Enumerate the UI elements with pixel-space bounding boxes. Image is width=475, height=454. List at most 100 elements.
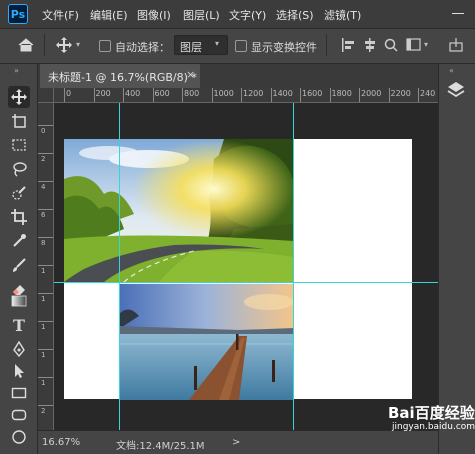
ruler-tick [38,265,53,266]
vertical-guide[interactable] [293,103,294,430]
share-icon[interactable] [449,38,463,52]
document-size: 文档:12.4M/25.1M [116,441,205,452]
type-tool[interactable]: T [8,314,30,336]
layers-panel-icon[interactable] [446,80,466,100]
status-menu-arrow[interactable]: > [232,437,240,448]
ruler-tick [241,88,242,102]
menu-type[interactable]: 文字(Y) [229,7,266,23]
ruler-tick [93,88,95,102]
horizontal-guide[interactable] [54,282,438,283]
ruler-tick [300,88,301,102]
marquee-tool[interactable] [8,134,30,156]
ruler-tick [211,88,213,102]
artboard-icon [12,114,26,128]
ellipse-tool[interactable] [8,426,30,448]
rounded-rect-tool[interactable] [8,404,30,426]
horizontal-ruler[interactable]: 0 200 400 600 800 1000 1200 1400 1600 1800 2000 220… [54,88,438,103]
workspace-icon[interactable] [406,38,422,52]
gradient-icon [11,295,27,307]
pier-photo[interactable] [119,284,294,400]
show-transform-label: 显示变换控件 [251,41,317,54]
expand-panels-icon[interactable]: « [449,66,454,75]
lasso-tool[interactable] [8,158,30,180]
move-tool[interactable] [8,86,30,108]
brush-tool[interactable] [8,254,30,276]
align-left-icon[interactable] [341,38,355,52]
ruler-tick [152,88,154,102]
chevron-down-icon[interactable]: ▾ [424,40,428,49]
ruler-tick [38,209,53,210]
vertical-guide[interactable] [119,103,120,430]
chevron-down-icon[interactable]: ▾ [76,40,80,49]
menu-filter[interactable]: 滤镜(T) [324,7,361,23]
marquee-icon [12,139,26,151]
minimize-button[interactable] [452,13,464,14]
ruler-tick [38,293,53,294]
ruler-tick [329,88,331,102]
baidu-watermark-logo: Bai百度经验 [388,404,475,422]
auto-select-checkbox[interactable] [99,40,111,52]
road-photo[interactable] [64,139,294,282]
ruler-label: 2 [41,407,46,415]
show-transform-checkbox[interactable] [235,40,247,52]
ruler-tick [182,88,183,102]
panel-dock [438,64,475,454]
close-icon[interactable]: × [186,68,195,81]
ruler-tick [38,153,53,154]
crop-icon [11,209,27,225]
pen-icon [13,341,25,357]
ruler-label: 1800 [331,89,352,98]
ruler-corner [38,88,54,103]
eyedropper-tool[interactable] [8,230,30,252]
ruler-label: 1600 [302,89,323,98]
ruler-label: 1400 [272,89,293,98]
brush-icon [13,258,26,272]
rectangle-icon [11,387,27,399]
path-select-icon [15,364,24,378]
menu-edit[interactable]: 编辑(E) [90,7,128,23]
menu-layer[interactable]: 图层(L) [183,7,220,23]
search-icon[interactable] [384,38,398,52]
ruler-label: 1 [41,351,46,359]
document-tab-title: 未标题-1 @ 16.7%(RGB/8) * [48,71,197,84]
separator [326,34,327,56]
ruler-tick [38,237,53,238]
zoom-level[interactable]: 16.67% [42,437,80,448]
ruler-label: 1200 [243,89,264,98]
ruler-tick [64,88,65,102]
rectangle-tool[interactable] [8,382,30,404]
pen-tool[interactable] [8,338,30,360]
collapse-icon[interactable]: » [14,66,19,75]
crop-tool[interactable] [8,206,30,228]
align-center-icon[interactable] [363,38,377,52]
menu-file[interactable]: 文件(F) [42,7,79,23]
ruler-label: 600 [154,89,170,98]
lasso-icon [13,162,27,177]
auto-select-label: 自动选择： [115,41,170,54]
ruler-label: 6 [41,211,46,219]
move-tool-icon[interactable] [56,37,72,53]
ruler-tick [38,125,53,126]
vertical-ruler[interactable]: 0 2 4 6 8 1 1 1 1 1 2 [38,103,54,430]
ruler-tick [38,181,53,182]
photoshop-logo[interactable]: Ps [8,4,28,24]
ruler-label: 200 [95,89,111,98]
home-icon[interactable] [18,38,34,52]
type-icon: T [13,315,25,335]
ruler-tick [270,88,272,102]
ruler-label: 400 [125,89,141,98]
ruler-tick [388,88,390,102]
ruler-label: 0 [66,89,72,98]
ellipse-icon [12,430,26,444]
menu-select[interactable]: 选择(S) [276,7,314,23]
path-select-tool[interactable] [8,360,30,382]
ruler-label: 240 [420,89,436,98]
artboard-tool[interactable] [8,110,30,132]
gradient-tool[interactable] [8,290,30,312]
menu-image[interactable]: 图像(I) [137,7,171,23]
ruler-label: 2000 [361,89,382,98]
ruler-label: 1 [41,323,46,331]
quick-select-tool[interactable] [8,182,30,204]
ruler-tick [38,349,53,350]
ruler-label: 8 [41,239,46,247]
